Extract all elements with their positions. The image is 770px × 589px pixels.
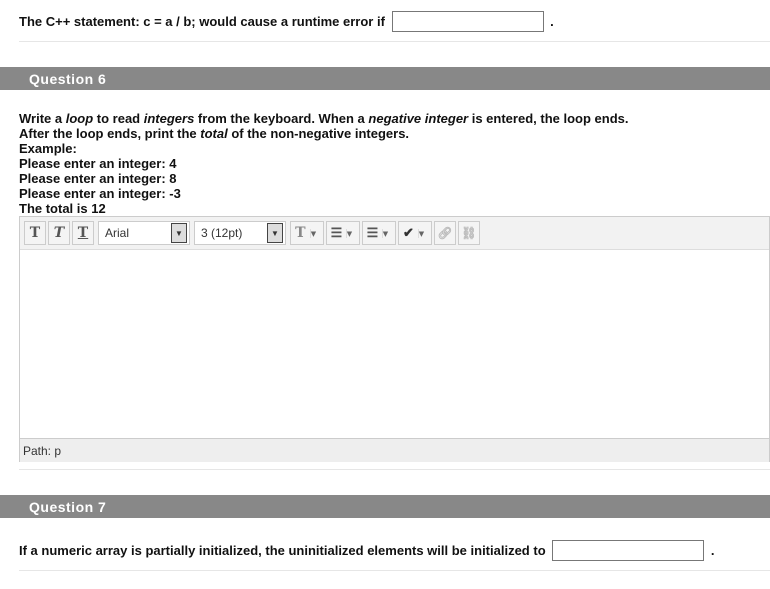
question-6-prompt: Write a loop to read integers from the k… [19, 111, 628, 216]
italic-button[interactable]: T [48, 221, 70, 245]
emphasis-text: negative integer [368, 111, 469, 126]
prompt-text: Please enter an integer: 4 [19, 156, 177, 171]
divider [19, 570, 770, 571]
question-5-answer-input[interactable] [391, 11, 544, 32]
prompt-line: Please enter an integer: 8 [19, 171, 628, 186]
text-color-button[interactable]: T ▼ [290, 221, 324, 245]
rich-text-editor: T T T Arial ▼ 3 (12pt) ▼ T ▼ ☰ ▼ ☰ ▼ ✔ ▼ 🔗︎ ⛓︎… [19, 216, 770, 462]
link-icon: 🔗︎ [437, 226, 453, 240]
font-size-select[interactable]: 3 (12pt) ▼ [194, 221, 286, 245]
prompt-text: Please enter an integer: -3 [19, 186, 181, 201]
font-size-value: 3 (12pt) [201, 226, 243, 240]
font-family-value: Arial [105, 226, 130, 240]
prompt-text: Please enter an integer: 8 [19, 171, 177, 186]
editor-content-area[interactable] [20, 250, 769, 438]
unlink-icon: ⛓︎ [461, 226, 477, 240]
prompt-text: The total is 12 [19, 201, 106, 216]
question-5-text: The C++ statement: c = a / b; would caus… [19, 14, 385, 29]
prompt-line: Example: [19, 141, 628, 156]
prompt-line: Write a loop to read integers from the k… [19, 111, 628, 126]
prompt-line: The total is 12 [19, 201, 628, 216]
emphasis-text: total [200, 126, 228, 141]
spellcheck-button[interactable]: ✔ ▼ [398, 221, 432, 245]
spellcheck-icon: ✔ [402, 225, 414, 241]
question-6-header: Question 6 [0, 67, 770, 90]
prompt-line: After the loop ends, print the total of … [19, 126, 628, 141]
divider [19, 41, 770, 42]
numbered-list-icon: ☰ [366, 225, 379, 241]
bold-button[interactable]: T [24, 221, 46, 245]
font-family-select[interactable]: Arial ▼ [98, 221, 190, 245]
chevron-down-icon: ▼ [171, 223, 187, 243]
numbered-list-button[interactable]: ☰ ▼ [362, 221, 396, 245]
period: . [550, 14, 554, 29]
prompt-text: Write a [19, 111, 66, 126]
prompt-line: Please enter an integer: -3 [19, 186, 628, 201]
chevron-down-icon: ▼ [309, 228, 323, 238]
prompt-text: to read [93, 111, 144, 126]
question-7-text: If a numeric array is partially initiali… [19, 543, 546, 558]
divider [19, 469, 770, 470]
editor-path-bar: Path: p [20, 438, 769, 462]
prompt-text: is entered, the loop ends. [468, 111, 629, 126]
prompt-text: Example: [19, 141, 77, 156]
question-7-header: Question 7 [0, 495, 770, 518]
prompt-text: of the non-negative integers. [227, 126, 410, 141]
editor-toolbar: T T T Arial ▼ 3 (12pt) ▼ T ▼ ☰ ▼ ☰ ▼ ✔ ▼ 🔗︎ ⛓︎ [20, 217, 769, 250]
text-color-icon: T [295, 225, 306, 241]
insert-link-button[interactable]: 🔗︎ [434, 221, 456, 245]
emphasis-text: loop [65, 111, 94, 126]
chevron-down-icon: ▼ [417, 228, 431, 238]
bullet-list-button[interactable]: ☰ ▼ [326, 221, 360, 245]
underline-button[interactable]: T [72, 221, 94, 245]
unlink-button[interactable]: ⛓︎ [458, 221, 480, 245]
period: . [710, 543, 715, 558]
bullet-list-icon: ☰ [330, 225, 343, 241]
chevron-down-icon: ▼ [381, 228, 395, 238]
chevron-down-icon: ▼ [345, 228, 359, 238]
chevron-down-icon: ▼ [267, 223, 283, 243]
prompt-text: from the keyboard. When a [194, 111, 369, 126]
prompt-text: After the loop ends, print the [19, 126, 201, 141]
question-7: If a numeric array is partially initiali… [19, 540, 715, 561]
question-7-answer-input[interactable] [552, 540, 705, 561]
prompt-line: Please enter an integer: 4 [19, 156, 628, 171]
emphasis-text: integers [143, 111, 195, 126]
question-5: The C++ statement: c = a / b; would caus… [19, 11, 554, 32]
